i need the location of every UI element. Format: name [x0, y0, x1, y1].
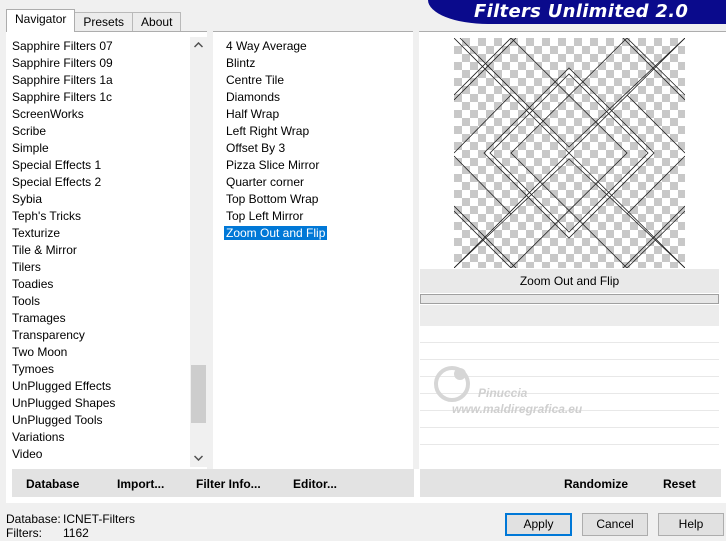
filter-item-label: Half Wrap	[226, 107, 280, 121]
filter-item[interactable]: Centre Tile	[224, 72, 410, 89]
category-item[interactable]: UnPlugged Shapes	[12, 395, 190, 412]
filter-item[interactable]: Half Wrap	[224, 106, 410, 123]
category-item[interactable]: Special Effects 2	[12, 174, 190, 191]
slot-divider	[420, 444, 719, 445]
filter-item[interactable]: Top Bottom Wrap	[224, 191, 410, 208]
category-item[interactable]: Sapphire Filters 1c	[12, 89, 190, 106]
cancel-button[interactable]: Cancel	[582, 513, 648, 536]
chevron-up-icon[interactable]	[190, 37, 207, 54]
filter-item-label: Zoom Out and Flip	[224, 226, 328, 240]
category-item[interactable]: Two Moon	[12, 344, 190, 361]
category-item[interactable]: Teph's Tricks	[12, 208, 190, 225]
category-item[interactable]: Sapphire Filters 1a	[12, 72, 190, 89]
database-info: Database: ICNET-Filters Filters: 1162	[6, 512, 135, 540]
watermark-logo	[434, 366, 470, 402]
filter-item-label: Pizza Slice Mirror	[226, 158, 320, 172]
filter-item-label: Top Left Mirror	[226, 209, 304, 223]
randomize-button[interactable]: Randomize	[564, 477, 628, 491]
category-list[interactable]: Sapphire Filters 07 Sapphire Filters 09 Sa…	[12, 38, 190, 466]
category-item[interactable]: Tile & Mirror	[12, 242, 190, 259]
filter-item-label: 4 Way Average	[226, 39, 307, 53]
reset-button[interactable]: Reset	[663, 477, 696, 491]
category-item[interactable]: Special Effects 1	[12, 157, 190, 174]
apply-button[interactable]: Apply	[505, 513, 572, 536]
slot-divider	[420, 342, 719, 343]
filter-item[interactable]: Zoom Out and Flip	[224, 225, 410, 242]
filter-item[interactable]: Offset By 3	[224, 140, 410, 157]
category-item[interactable]: Texturize	[12, 225, 190, 242]
category-item[interactable]: Tilers	[12, 259, 190, 276]
category-item[interactable]: Tools	[12, 293, 190, 310]
tab-navigator[interactable]: Navigator	[6, 9, 76, 32]
filters-count-label: Filters:	[6, 526, 42, 540]
progress-bar	[420, 294, 719, 304]
category-item[interactable]: Video	[12, 446, 190, 463]
category-item[interactable]: Toadies	[12, 276, 190, 293]
category-item[interactable]: Variations	[12, 429, 190, 446]
category-item[interactable]: Sapphire Filters 07	[12, 38, 190, 55]
category-scrollbar[interactable]	[190, 37, 207, 467]
filter-item-label: Left Right Wrap	[226, 124, 310, 138]
category-item[interactable]: Sapphire Filters 09	[12, 55, 190, 72]
filter-item-label: Quarter corner	[226, 175, 305, 189]
tab-bar: Navigator Presets About	[6, 9, 182, 32]
scrollbar-thumb[interactable]	[191, 365, 206, 423]
database-button[interactable]: Database	[26, 477, 79, 491]
filter-item-label: Centre Tile	[226, 73, 285, 87]
filter-item[interactable]: Diamonds	[224, 89, 410, 106]
filter-item-label: Top Bottom Wrap	[226, 192, 319, 206]
category-item[interactable]: Transparency	[12, 327, 190, 344]
panel-divider	[207, 31, 213, 469]
filter-item-label: Blintz	[226, 56, 256, 70]
category-item[interactable]: UnPlugged Effects	[12, 378, 190, 395]
preview-pattern	[454, 38, 685, 268]
filter-item[interactable]: Blintz	[224, 55, 410, 72]
help-button[interactable]: Help	[658, 513, 724, 536]
slot-divider	[420, 427, 719, 428]
tab-about[interactable]: About	[132, 12, 182, 32]
filter-item[interactable]: Quarter corner	[224, 174, 410, 191]
category-item[interactable]: Sybia	[12, 191, 190, 208]
filter-info-button[interactable]: Filter Info...	[196, 477, 261, 491]
import-button[interactable]: Import...	[117, 477, 164, 491]
category-item[interactable]: Simple	[12, 140, 190, 157]
chevron-down-icon[interactable]	[190, 450, 207, 467]
filters-count-value: 1162	[63, 526, 89, 540]
watermark: Pinuccia www.maldiregrafica.eu	[430, 360, 660, 420]
navigator-button-bar: Database Import... Filter Info... Editor…	[12, 469, 414, 497]
panel-divider	[413, 31, 419, 469]
category-item[interactable]: UnPlugged Tools	[12, 412, 190, 429]
category-item[interactable]: Scribe	[12, 123, 190, 140]
category-item[interactable]: Tramages	[12, 310, 190, 327]
database-label: Database:	[6, 512, 61, 526]
filter-item-label: Diamonds	[226, 90, 281, 104]
preview-button-bar: Randomize Reset	[420, 469, 721, 497]
parameter-area	[420, 305, 719, 326]
filter-item[interactable]: 4 Way Average	[224, 38, 410, 55]
filter-item[interactable]: Top Left Mirror	[224, 208, 410, 225]
category-item[interactable]: Tymoes	[12, 361, 190, 378]
app-title: Filters Unlimited 2.0	[474, 1, 689, 22]
filter-item[interactable]: Left Right Wrap	[224, 123, 410, 140]
editor-button[interactable]: Editor...	[293, 477, 337, 491]
filter-item[interactable]: Pizza Slice Mirror	[224, 157, 410, 174]
category-item[interactable]: ScreenWorks	[12, 106, 190, 123]
tab-presets[interactable]: Presets	[74, 12, 134, 32]
preview-image	[454, 38, 685, 268]
filter-name-display: Zoom Out and Flip	[420, 269, 719, 293]
filter-list[interactable]: 4 Way Average Blintz Centre Tile Diamonds Ha…	[224, 38, 410, 242]
database-value: ICNET-Filters	[63, 512, 135, 526]
watermark-url: www.maldiregrafica.eu	[452, 402, 583, 416]
filter-item-label: Offset By 3	[226, 141, 286, 155]
watermark-name: Pinuccia	[478, 386, 528, 400]
